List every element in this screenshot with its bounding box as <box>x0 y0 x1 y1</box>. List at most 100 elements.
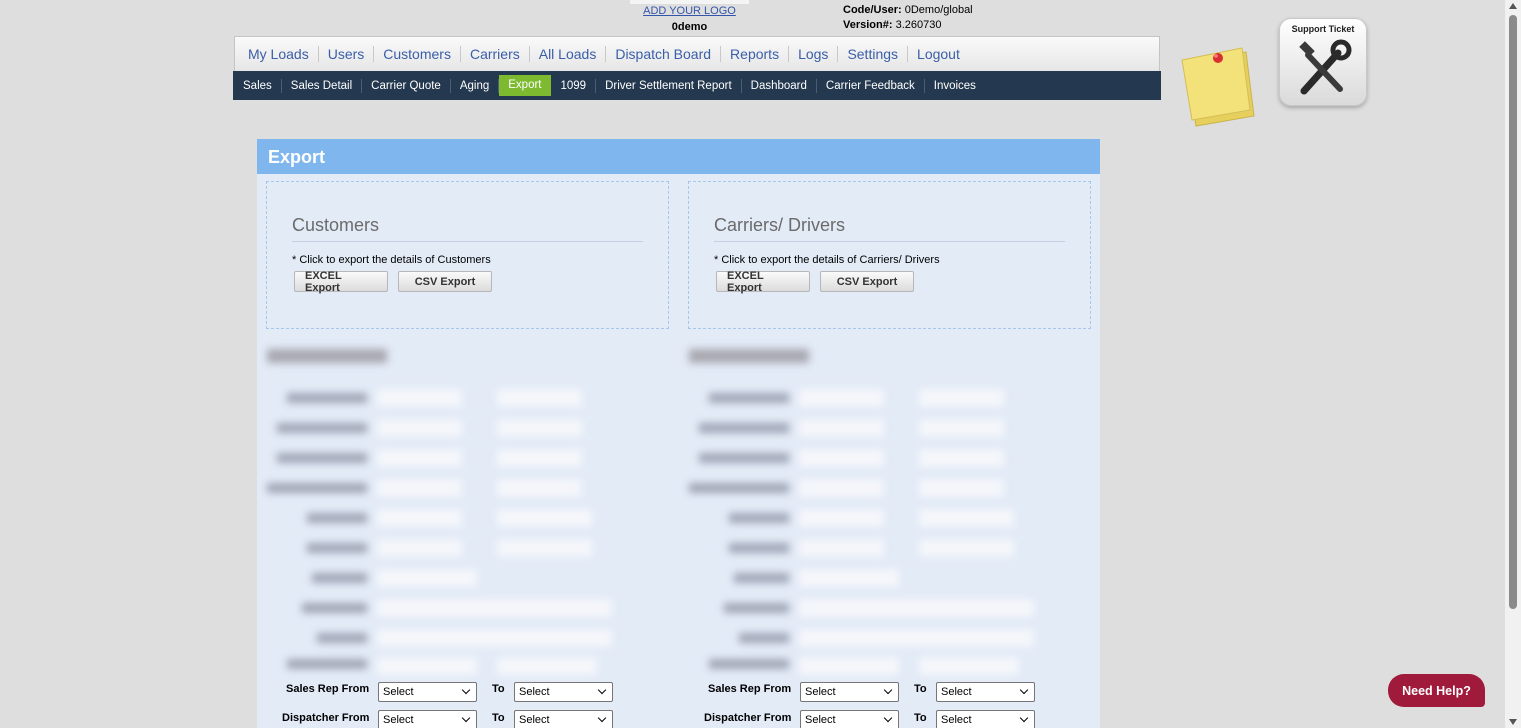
scroll-thumb[interactable] <box>1509 15 1517 609</box>
main-menu-item-dispatch-board[interactable]: Dispatch Board <box>606 46 722 62</box>
page-scrollbar[interactable] <box>1505 0 1521 728</box>
main-menu-item-logs[interactable]: Logs <box>789 46 839 62</box>
blurred-label <box>277 423 367 433</box>
blurred-field <box>799 479 884 497</box>
chevron-down-icon <box>1019 685 1029 695</box>
sub-menu-item-aging[interactable]: Aging <box>451 78 500 93</box>
blurred-field <box>377 509 462 527</box>
sub-menu-item-invoices[interactable]: Invoices <box>925 79 985 93</box>
blurred-field <box>377 569 477 587</box>
blurred-field <box>799 657 899 675</box>
blurred-field <box>377 479 462 497</box>
blurred-label <box>724 603 789 613</box>
customers-export-box: Customers * Click to export the details … <box>266 181 669 329</box>
version-label: Version#: <box>843 19 893 31</box>
blurred-field <box>799 629 1034 647</box>
blurred-field <box>799 419 884 437</box>
sales-rep-from-select[interactable]: Select <box>800 682 899 702</box>
sub-menu-item-carrier-quote[interactable]: Carrier Quote <box>362 78 451 93</box>
sales-rep-to-select[interactable]: Select <box>936 682 1035 702</box>
customers-heading: Customers <box>292 215 643 242</box>
sub-menu-item-sales-detail[interactable]: Sales Detail <box>282 78 363 93</box>
chevron-down-icon <box>597 685 607 695</box>
main-menu-item-logout[interactable]: Logout <box>908 46 969 62</box>
select-value: Select <box>941 714 972 726</box>
export-title: Export <box>257 139 1100 174</box>
blurred-form-region <box>257 345 1100 675</box>
sticky-note-icon[interactable] <box>1180 46 1266 130</box>
sub-menu-item-1099[interactable]: 1099 <box>552 78 597 93</box>
account-meta: Code/User: 0Demo/global Version#: 3.2607… <box>843 3 973 33</box>
main-menu-item-my-loads[interactable]: My Loads <box>239 46 319 62</box>
dispatcher-from-label: Dispatcher From <box>704 712 792 724</box>
chevron-down-icon <box>597 713 607 723</box>
sub-menu-item-export[interactable]: Export <box>499 75 551 96</box>
scroll-up-icon[interactable] <box>1509 3 1517 9</box>
need-help-button[interactable]: Need Help? <box>1388 674 1485 707</box>
blurred-field <box>919 657 1019 675</box>
blurred-label <box>317 633 367 643</box>
select-value: Select <box>805 686 836 698</box>
select-value: Select <box>519 686 550 698</box>
blurred-label <box>709 659 789 669</box>
blurred-label <box>277 453 367 463</box>
chevron-down-icon <box>461 685 471 695</box>
blurred-field <box>377 629 612 647</box>
carriers-excel-export-button[interactable]: EXCEL Export <box>716 270 810 294</box>
blurred-left-form <box>257 345 617 675</box>
main-menu-item-settings[interactable]: Settings <box>838 46 909 62</box>
sub-menu-item-carrier-feedback[interactable]: Carrier Feedback <box>817 78 925 93</box>
add-logo-link[interactable]: ADD YOUR LOGO <box>630 5 749 17</box>
support-ticket-button[interactable]: Support Ticket <box>1279 18 1367 106</box>
customers-csv-export-button[interactable]: CSV Export <box>398 271 492 292</box>
to-label: To <box>492 683 505 695</box>
blurred-field <box>799 569 899 587</box>
carriers-note: * Click to export the details of Carrier… <box>714 254 940 266</box>
to-label: To <box>914 683 927 695</box>
blurred-field <box>799 599 1034 617</box>
dispatcher-from-select[interactable]: Select <box>800 710 899 728</box>
blurred-label <box>307 513 367 523</box>
chevron-down-icon <box>883 713 893 723</box>
dispatcher-from-select[interactable]: Select <box>378 710 477 728</box>
chevron-down-icon <box>1019 713 1029 723</box>
sales-rep-from-select[interactable]: Select <box>378 682 477 702</box>
main-menu-item-reports[interactable]: Reports <box>721 46 790 62</box>
blurred-field <box>377 389 462 407</box>
blurred-field <box>799 539 884 557</box>
blurred-field <box>377 539 462 557</box>
customers-excel-export-button[interactable]: EXCEL Export <box>294 270 388 294</box>
blurred-field <box>497 657 597 675</box>
main-menu-item-carriers[interactable]: Carriers <box>461 46 530 62</box>
blurred-field <box>919 419 1004 437</box>
sub-menu-item-driver-settlement-report[interactable]: Driver Settlement Report <box>596 78 742 93</box>
blurred-field <box>497 449 582 467</box>
dispatcher-to-select[interactable]: Select <box>936 710 1035 728</box>
dispatcher-from-label: Dispatcher From <box>282 712 370 724</box>
blurred-field <box>377 449 462 467</box>
dispatcher-to-select[interactable]: Select <box>514 710 613 728</box>
sub-menu: Sales Sales Detail Carrier Quote Aging Expor… <box>233 71 1161 100</box>
main-menu-item-users[interactable]: Users <box>319 46 375 62</box>
sub-menu-item-sales[interactable]: Sales <box>234 78 282 93</box>
code-user-value: 0Demo/global <box>904 4 973 16</box>
blurred-label <box>729 543 789 553</box>
main-menu-item-customers[interactable]: Customers <box>374 46 461 62</box>
code-user-label: Code/User: <box>843 4 902 16</box>
blurred-field <box>919 449 1004 467</box>
sub-menu-item-dashboard[interactable]: Dashboard <box>742 78 817 93</box>
blurred-field <box>919 479 1004 497</box>
blurred-label <box>287 659 367 669</box>
blurred-label <box>734 573 789 583</box>
blurred-label <box>267 483 367 493</box>
carriers-csv-export-button[interactable]: CSV Export <box>820 271 914 292</box>
scroll-down-icon[interactable] <box>1509 719 1517 725</box>
to-label: To <box>492 712 505 724</box>
sales-rep-to-select[interactable]: Select <box>514 682 613 702</box>
main-menu-item-all-loads[interactable]: All Loads <box>530 46 607 62</box>
blurred-field <box>377 419 462 437</box>
blurred-field <box>497 539 592 557</box>
blurred-field <box>377 657 477 675</box>
logo-strip <box>630 0 749 4</box>
blurred-field <box>919 539 1014 557</box>
